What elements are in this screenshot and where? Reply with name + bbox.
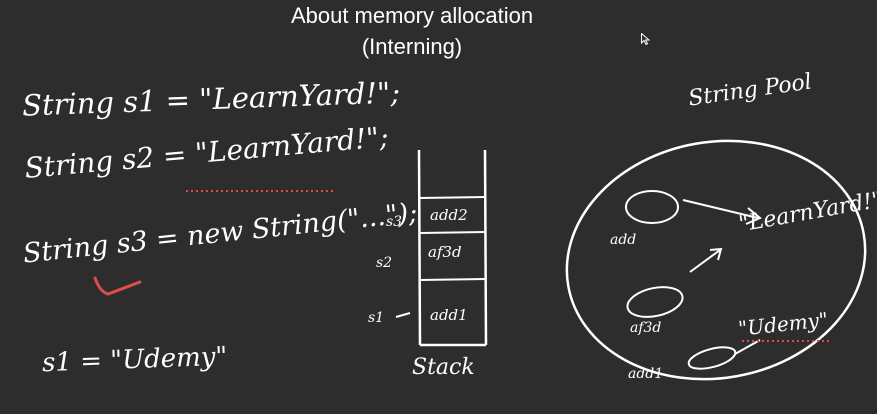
arrow-to-udemy — [734, 339, 761, 355]
stack-row-label: s3 — [386, 214, 403, 230]
pool-node-ellipse — [626, 286, 684, 318]
stack-divider — [419, 231, 487, 234]
stack-label: Stack — [412, 355, 475, 380]
arrow-af3d-to-learnyard — [689, 247, 723, 273]
stack-row-label: s2 — [376, 255, 393, 271]
stack-cell: af3d — [428, 243, 462, 261]
stack-left-wall — [417, 149, 422, 346]
lecture-slide: About memory allocation (Interning) Stri… — [0, 0, 877, 414]
s1-pointer-tick — [395, 312, 411, 318]
pool-address: af3d — [630, 320, 662, 336]
pool-address: add — [610, 232, 637, 248]
string-pool-ellipse — [565, 139, 867, 381]
pool-address: add1 — [628, 366, 664, 382]
stack-right-wall — [483, 149, 488, 346]
stack-cell: add1 — [430, 306, 468, 324]
stack-divider — [419, 278, 487, 281]
pool-node-ellipse — [687, 346, 737, 370]
mouse-cursor-icon — [641, 33, 650, 45]
red-check-mark — [93, 276, 142, 296]
stack-cell: add2 — [430, 206, 468, 224]
pool-node-ellipse — [625, 190, 679, 224]
stack-divider — [419, 196, 487, 199]
stack-row-label: s1 — [368, 310, 385, 326]
